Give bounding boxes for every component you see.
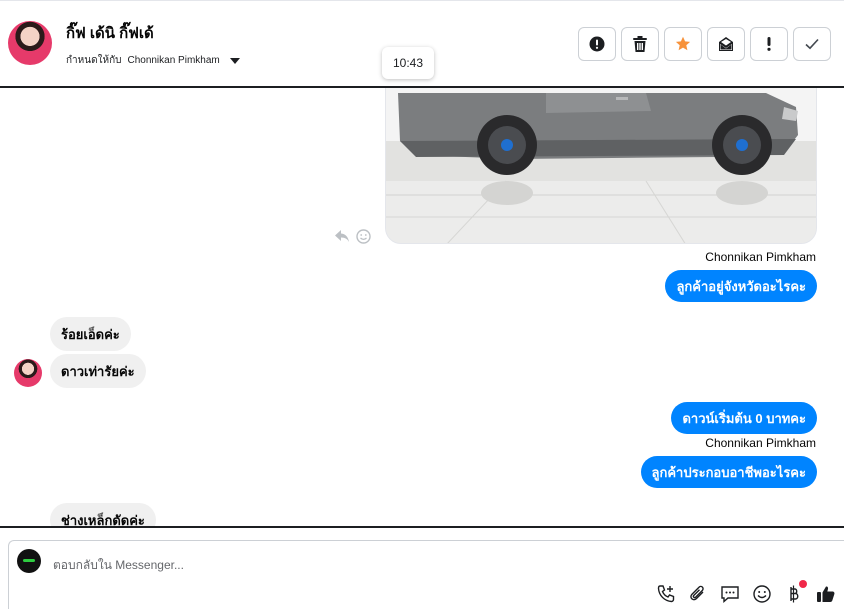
call-add-button[interactable] xyxy=(656,584,676,604)
exclamation-icon xyxy=(767,37,771,51)
envelope-icon xyxy=(719,37,733,51)
paperclip-icon xyxy=(690,585,704,601)
conversation-toolbar xyxy=(578,27,831,61)
outgoing-message[interactable]: ลูกค้าประกอบอาชีพอะไรคะ xyxy=(640,456,817,488)
assignee-name: Chonnikan Pimkham xyxy=(127,55,220,66)
saved-replies-button[interactable] xyxy=(720,584,740,604)
sender-name: Chonnikan Pimkham xyxy=(705,250,816,264)
reply-icon[interactable] xyxy=(334,229,350,243)
contact-avatar[interactable] xyxy=(8,21,52,65)
page-avatar xyxy=(17,549,41,573)
sender-name: Chonnikan Pimkham xyxy=(705,436,816,450)
timestamp-tooltip: 10:43 xyxy=(382,47,434,79)
car-image xyxy=(386,88,816,243)
car-photo-attachment[interactable] xyxy=(385,88,817,244)
like-button[interactable] xyxy=(816,584,836,604)
outgoing-message[interactable]: ดาวน์เริ่มต้น 0 บาทคะ xyxy=(671,402,817,434)
contact-avatar-small xyxy=(14,359,42,387)
saved-replies-icon xyxy=(721,586,739,604)
notification-dot xyxy=(799,580,807,588)
star-icon xyxy=(675,36,691,51)
emoji-icon xyxy=(753,585,771,603)
incoming-message[interactable]: ดาวเท่ารัยค่ะ xyxy=(50,354,146,388)
call-add-icon xyxy=(657,585,675,603)
exclamation-circle-icon xyxy=(589,36,605,52)
reply-composer xyxy=(0,526,844,609)
caret-down-icon xyxy=(229,57,240,64)
message-thread[interactable]: Chonnikan Pimkham ลูกค้าอยู่จังหวัดอะไรค… xyxy=(0,88,844,526)
star-button[interactable] xyxy=(664,27,702,61)
delete-button[interactable] xyxy=(621,27,659,61)
attach-button[interactable] xyxy=(688,584,708,604)
emoji-button[interactable] xyxy=(752,584,772,604)
contact-name[interactable]: กิ๊ฟ เด้นิ กิ๊ฟเด้ xyxy=(66,21,154,45)
react-emoji-icon[interactable] xyxy=(356,229,371,244)
done-button[interactable] xyxy=(793,27,831,61)
composer-tools xyxy=(656,580,836,604)
reply-input[interactable] xyxy=(53,556,553,574)
assign-label: กำหนดให้กับ xyxy=(66,55,122,66)
message-actions xyxy=(334,229,371,244)
check-icon xyxy=(805,38,819,50)
thumbs-up-icon xyxy=(817,586,835,602)
outgoing-message[interactable]: ลูกค้าอยู่จังหวัดอะไรคะ xyxy=(665,270,817,302)
payment-button[interactable] xyxy=(784,580,807,604)
incoming-message[interactable]: ร้อยเอ็ดค่ะ xyxy=(50,317,131,351)
assign-dropdown[interactable]: กำหนดให้กับ Chonnikan Pimkham xyxy=(66,53,240,68)
alert-button[interactable] xyxy=(578,27,616,61)
incoming-message[interactable]: ช่างเหล็กดัดค่ะ xyxy=(50,503,156,526)
mark-unread-button[interactable] xyxy=(707,27,745,61)
trash-icon xyxy=(633,36,647,52)
spam-button[interactable] xyxy=(750,27,788,61)
